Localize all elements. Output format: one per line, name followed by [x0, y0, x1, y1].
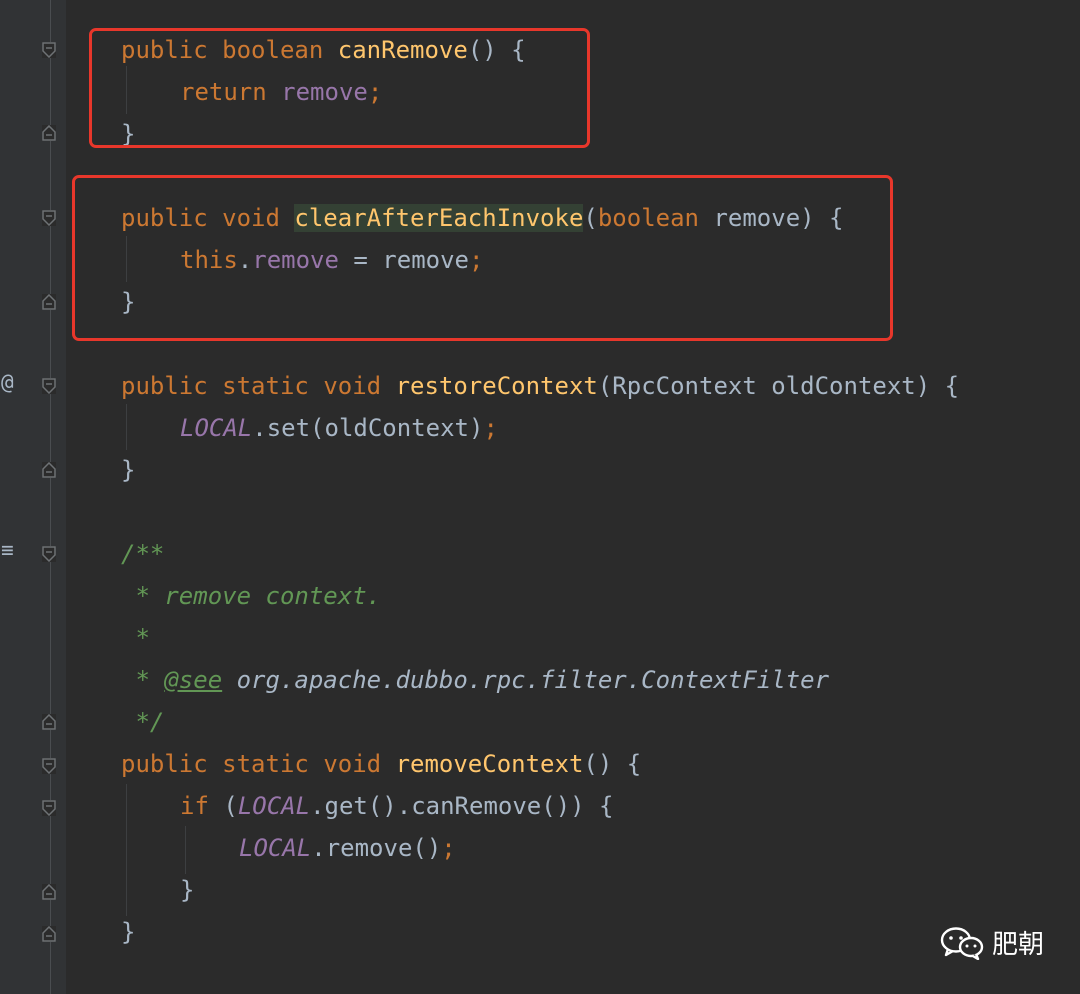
code-text: }	[121, 456, 136, 484]
wechat-icon	[940, 926, 984, 960]
fold-open-icon[interactable]	[42, 758, 56, 774]
code-text: .set(oldContext)	[252, 414, 484, 442]
fold-close-icon[interactable]	[42, 125, 56, 141]
fold-close-icon[interactable]	[42, 294, 56, 310]
indent-guide	[126, 404, 127, 450]
indent-guide	[126, 784, 127, 916]
fold-open-icon[interactable]	[42, 546, 56, 562]
javadoc-close[interactable]: */	[121, 706, 164, 738]
doc-tag-see[interactable]: @see	[164, 666, 222, 694]
javadoc-line[interactable]: *	[121, 622, 150, 654]
fold-close-icon[interactable]	[42, 926, 56, 942]
indent-guide	[185, 826, 186, 874]
watermark-text: 肥朝	[992, 930, 1045, 960]
method-name: restoreContext	[395, 372, 598, 400]
semicolon: ;	[483, 414, 498, 442]
code-line-local-set[interactable]: LOCAL.set(oldContext);	[180, 412, 498, 444]
fold-open-icon[interactable]	[42, 42, 56, 58]
semicolon: ;	[441, 834, 456, 862]
keyword: void	[323, 372, 382, 400]
editor-gutter: @ ≡	[0, 0, 66, 994]
code-text: }	[180, 876, 195, 904]
code-text: (	[208, 792, 238, 820]
fold-close-icon[interactable]	[42, 884, 56, 900]
fold-open-icon[interactable]	[42, 378, 56, 394]
code-line-closing-brace[interactable]: }	[180, 874, 194, 906]
highlight-box-canremove	[89, 28, 590, 148]
javadoc-see-line[interactable]: * @see org.apache.dubbo.rpc.filter.Conte…	[121, 664, 829, 696]
code-line-if-canremove[interactable]: if (LOCAL.get().canRemove()) {	[180, 790, 614, 822]
code-line-closing-brace[interactable]: }	[121, 916, 135, 948]
keyword: static	[222, 750, 309, 778]
code-line-removecontext-signature[interactable]: public static void removeContext() {	[121, 748, 641, 780]
code-text: .remove()	[311, 834, 442, 862]
keyword: if	[180, 792, 209, 820]
doc-comment: *	[121, 666, 165, 694]
keyword: public	[121, 372, 208, 400]
doc-class-reference[interactable]: org.apache.dubbo.rpc.filter.ContextFilte…	[222, 666, 829, 694]
doc-comment: */	[121, 708, 165, 736]
fold-open-icon[interactable]	[42, 210, 56, 226]
code-text: () {	[583, 750, 642, 778]
static-field-reference: LOCAL	[239, 834, 312, 862]
code-editor[interactable]: @ ≡ public boolean canRemove() { return …	[0, 0, 1080, 994]
static-field-reference: LOCAL	[237, 792, 311, 820]
doc-comment: * remove context.	[121, 582, 382, 610]
code-text: (RpcContext oldContext) {	[597, 372, 960, 400]
code-text: }	[121, 918, 136, 946]
watermark: 肥朝	[940, 924, 1044, 961]
method-name: removeContext	[395, 750, 584, 778]
gutter-divider	[50, 0, 51, 994]
doc-comment-icon[interactable]: ≡	[1, 538, 14, 562]
code-line-closing-brace[interactable]: }	[121, 454, 135, 486]
code-line-local-remove[interactable]: LOCAL.remove();	[239, 832, 456, 864]
code-line-restorecontext-signature[interactable]: public static void restoreContext(RpcCon…	[121, 370, 959, 402]
keyword: void	[323, 750, 382, 778]
keyword: static	[222, 372, 309, 400]
javadoc-open[interactable]: /**	[121, 538, 164, 570]
code-text: .get().canRemove()) {	[310, 792, 614, 820]
override-marker-icon[interactable]: @	[1, 370, 14, 394]
keyword: public	[121, 750, 208, 778]
doc-comment: *	[121, 624, 150, 652]
highlight-box-clearaftereachinvoke	[72, 175, 893, 341]
fold-open-icon[interactable]	[42, 800, 56, 816]
fold-close-icon[interactable]	[42, 462, 56, 478]
static-field-reference: LOCAL	[180, 414, 253, 442]
fold-close-icon[interactable]	[42, 714, 56, 730]
javadoc-line[interactable]: * remove context.	[121, 580, 381, 612]
doc-comment: /**	[121, 540, 165, 568]
